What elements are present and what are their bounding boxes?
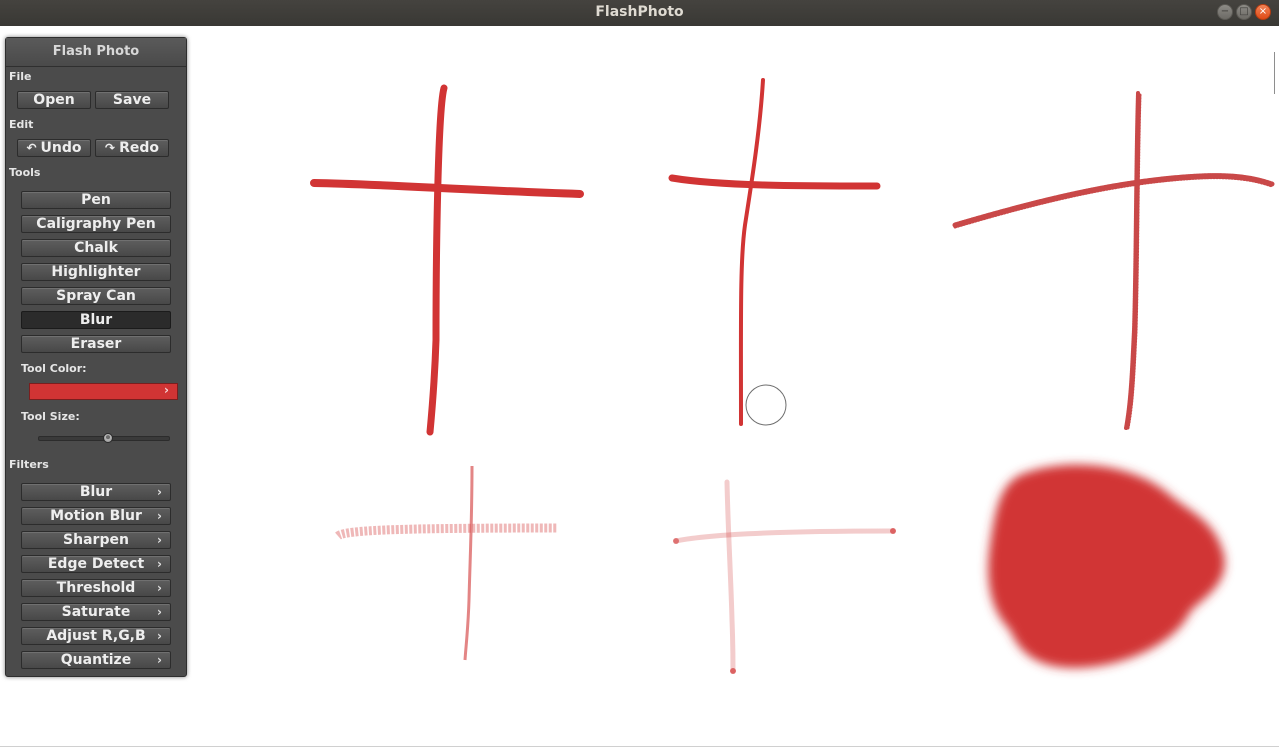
brush-cursor: [745, 384, 787, 426]
chevron-right-icon: ›: [157, 533, 162, 547]
canvas-scroll-edge: [1274, 52, 1275, 94]
redo-button[interactable]: ↷ Redo: [95, 139, 169, 157]
canvas-drawing: [310, 78, 1275, 674]
chevron-right-icon: ›: [157, 485, 162, 499]
drawing-canvas[interactable]: [0, 26, 1279, 751]
filter-edge-detect-label: Edge Detect: [47, 556, 145, 572]
maximize-icon[interactable]: □: [1236, 4, 1252, 20]
chevron-right-icon: ›: [157, 629, 162, 643]
spray-can-cross: [673, 479, 896, 674]
redo-label: Redo: [119, 140, 159, 156]
window-controls: − □ ×: [1217, 4, 1271, 20]
filter-motion-blur-button[interactable]: Motion Blur ›: [21, 507, 171, 525]
edit-section-label: Edit: [9, 118, 34, 131]
undo-icon: ↶: [26, 141, 37, 155]
tool-color-label: Tool Color:: [21, 362, 87, 375]
redo-icon: ↷: [105, 141, 116, 155]
window-titlebar: FlashPhoto − □ ×: [0, 0, 1279, 26]
tool-pen-button[interactable]: Pen: [21, 191, 171, 209]
caligraphy-cross: [668, 78, 881, 426]
tool-spray-can-button[interactable]: Spray Can: [21, 287, 171, 305]
filter-blur-label: Blur: [79, 484, 113, 500]
filter-adjust-rgb-button[interactable]: Adjust R,G,B ›: [21, 627, 171, 645]
tool-caligraphy-pen-button[interactable]: Caligraphy Pen: [21, 215, 171, 233]
filter-sharpen-label: Sharpen: [63, 532, 129, 548]
chevron-right-icon: ›: [157, 605, 162, 619]
file-section-label: File: [9, 70, 32, 83]
close-icon[interactable]: ×: [1255, 4, 1271, 20]
panel-title[interactable]: Flash Photo: [6, 38, 186, 67]
chevron-right-icon: ›: [164, 383, 169, 397]
chevron-right-icon: ›: [157, 581, 162, 595]
chevron-right-icon: ›: [157, 557, 162, 571]
tool-blur-button[interactable]: Blur: [21, 311, 171, 329]
chevron-right-icon: ›: [157, 509, 162, 523]
tool-size-slider-thumb[interactable]: [102, 433, 113, 443]
highlighter-cross: [335, 465, 558, 661]
tool-size-label: Tool Size:: [21, 410, 80, 423]
filter-quantize-label: Quantize: [60, 652, 132, 668]
filter-adjust-rgb-label: Adjust R,G,B: [46, 628, 146, 644]
tool-highlighter-button[interactable]: Highlighter: [21, 263, 171, 281]
tools-section-label: Tools: [9, 166, 41, 179]
chevron-right-icon: ›: [157, 653, 162, 667]
filter-threshold-button[interactable]: Threshold ›: [21, 579, 171, 597]
filter-edge-detect-button[interactable]: Edge Detect ›: [21, 555, 171, 573]
filter-saturate-button[interactable]: Saturate ›: [21, 603, 171, 621]
pen-cross: [310, 84, 584, 436]
tool-panel: Flash Photo File Open Save Edit ↶ Undo ↷ R…: [5, 37, 187, 677]
filter-motion-blur-label: Motion Blur: [50, 508, 142, 524]
filter-quantize-button[interactable]: Quantize ›: [21, 651, 171, 669]
filter-blur-button[interactable]: Blur ›: [21, 483, 171, 501]
blur-blob: [988, 464, 1225, 668]
tool-size-slider[interactable]: [38, 433, 170, 443]
filter-saturate-label: Saturate: [61, 604, 131, 620]
canvas-bottom-border: [0, 746, 1279, 747]
minimize-icon[interactable]: −: [1217, 4, 1233, 20]
save-button[interactable]: Save: [95, 91, 169, 109]
tool-color-picker[interactable]: ›: [29, 383, 178, 400]
filter-threshold-label: Threshold: [56, 580, 136, 596]
tool-eraser-button[interactable]: Eraser: [21, 335, 171, 353]
tool-chalk-button[interactable]: Chalk: [21, 239, 171, 257]
chalk-cross: [952, 91, 1275, 430]
undo-button[interactable]: ↶ Undo: [17, 139, 91, 157]
open-button[interactable]: Open: [17, 91, 91, 109]
filter-sharpen-button[interactable]: Sharpen ›: [21, 531, 171, 549]
filters-section-label: Filters: [9, 458, 49, 471]
undo-label: Undo: [40, 140, 82, 156]
window-title: FlashPhoto: [595, 4, 684, 20]
